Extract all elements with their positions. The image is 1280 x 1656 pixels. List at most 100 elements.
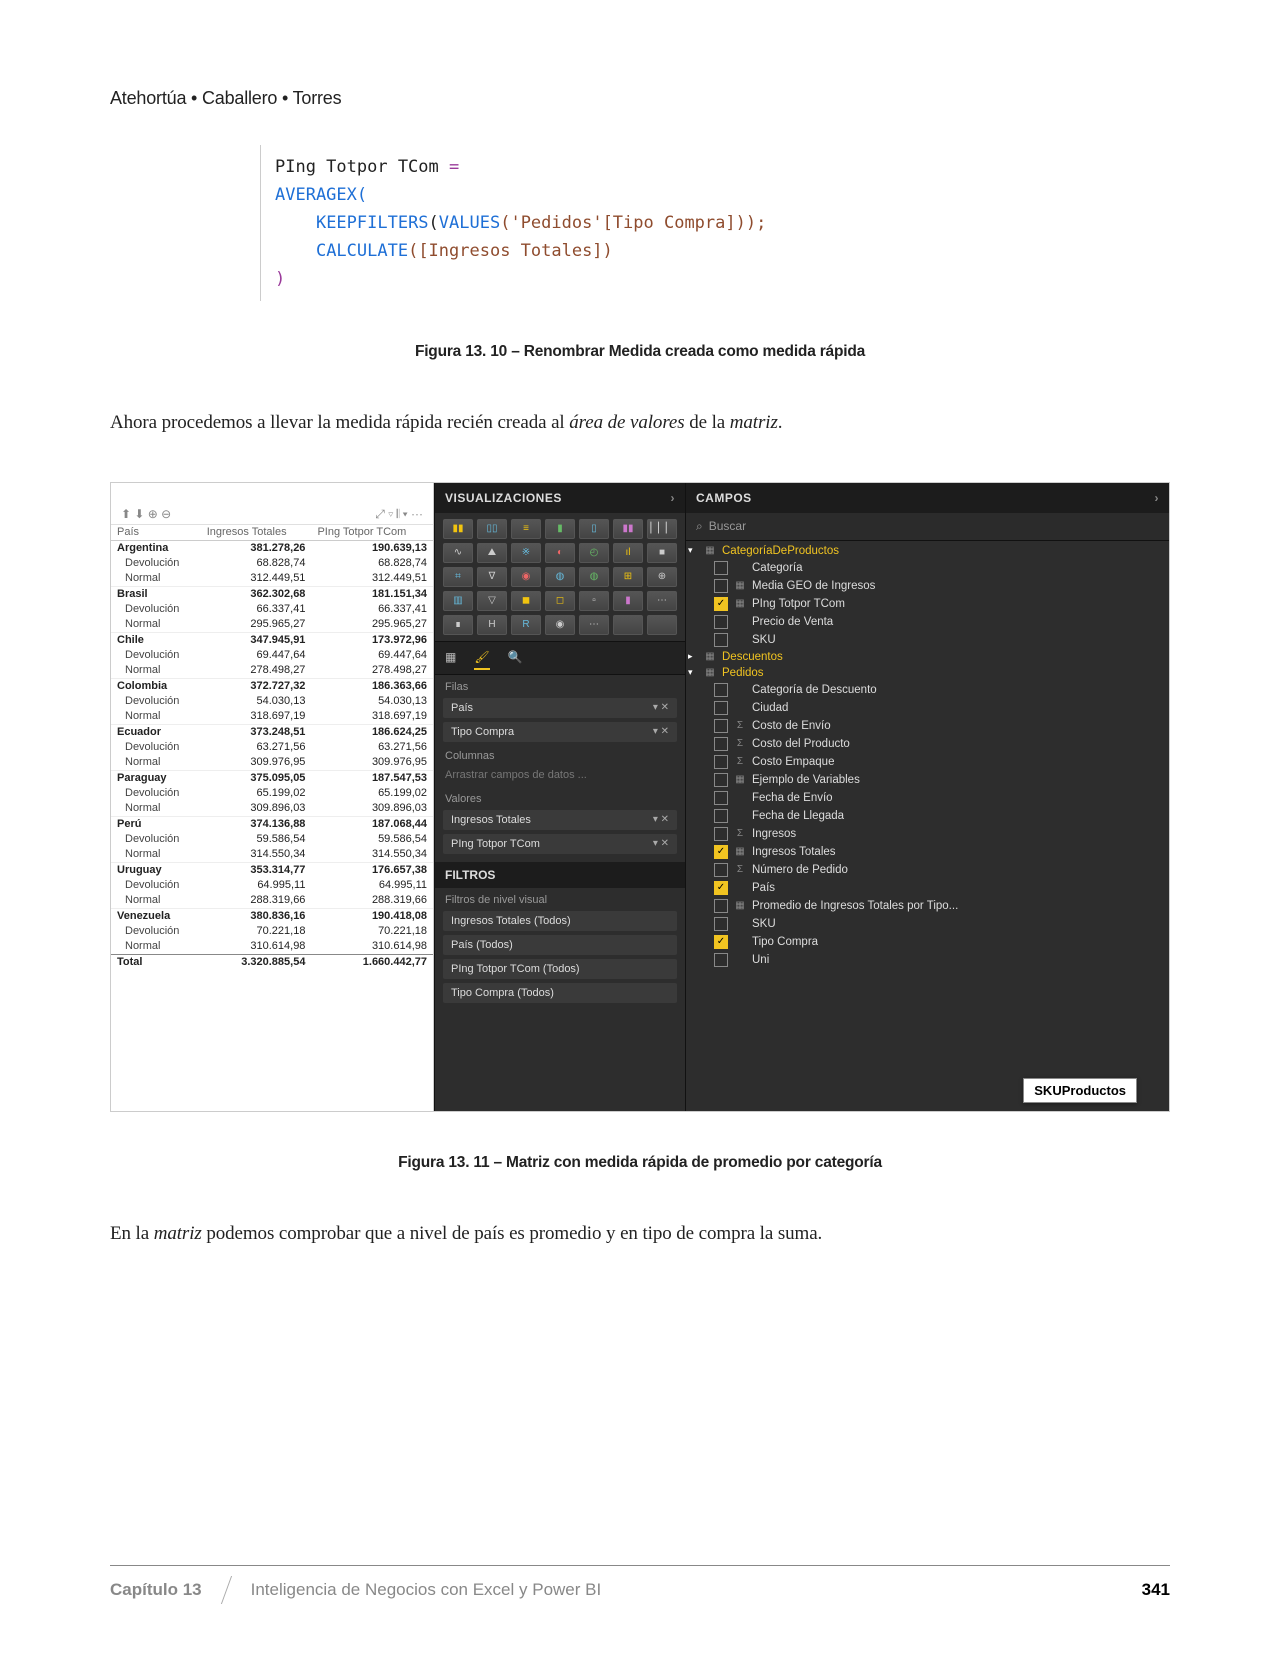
table-row[interactable]: Devolución65.199,0265.199,02 [111,786,433,801]
chevron-right-icon[interactable]: › [1155,491,1160,505]
format-tabs[interactable]: ▦ 🖌 🔍 [435,641,685,675]
checkbox-icon[interactable] [714,561,728,575]
table-row[interactable]: Devolución64.995,1164.995,11 [111,878,433,893]
checkbox-icon[interactable] [714,809,728,823]
col-ingresos[interactable]: Ingresos Totales [201,525,312,541]
checkbox-icon[interactable] [714,899,728,913]
table-row[interactable]: Normal295.965,27295.965,27 [111,617,433,633]
well-pais[interactable]: País▾ ✕ [443,698,677,718]
field-item[interactable]: SKU [698,631,1163,649]
remove-icon[interactable]: ▾ ✕ [653,838,669,849]
remove-icon[interactable]: ▾ ✕ [653,726,669,737]
table-categoriadeproductos[interactable]: ▦ CategoríaDeProductos [698,543,1163,559]
table-row[interactable]: Devolución69.447,6469.447,64 [111,648,433,663]
field-item[interactable]: ΣCosto Empaque [698,753,1163,771]
visualizations-header[interactable]: VISUALIZACIONES › [435,483,685,513]
table-row[interactable]: Normal309.896,03309.896,03 [111,801,433,817]
matrix-actions[interactable]: ⤢ ▿ 𝄃 ▾ ⋯ [375,507,423,522]
well-ping[interactable]: PIng Totpor TCom▾ ✕ [443,834,677,854]
table-row[interactable]: Normal318.697,19318.697,19 [111,709,433,725]
field-item[interactable]: Categoría [698,559,1163,577]
checkbox-icon[interactable] [714,597,728,611]
campos-search[interactable]: ⌕ Buscar [686,513,1169,541]
columnas-placeholder[interactable]: Arrastrar campos de datos ... [435,765,685,787]
table-pedidos[interactable]: ▦ Pedidos [698,665,1163,681]
field-item[interactable]: ΣIngresos [698,825,1163,843]
table-row[interactable]: Devolución54.030,1354.030,13 [111,694,433,709]
table-row[interactable]: Normal314.550,34314.550,34 [111,847,433,863]
table-row[interactable]: Devolución68.828,7468.828,74 [111,556,433,571]
field-item[interactable]: Uni [698,951,1163,969]
checkbox-icon[interactable] [714,845,728,859]
field-item[interactable]: Categoría de Descuento [698,681,1163,699]
filter-pais[interactable]: País (Todos) [443,935,677,955]
checkbox-icon[interactable] [714,579,728,593]
table-descuentos[interactable]: ▦ Descuentos [698,649,1163,665]
checkbox-icon[interactable] [714,791,728,805]
field-item[interactable]: ▦Promedio de Ingresos Totales por Tipo..… [698,897,1163,915]
checkbox-icon[interactable] [714,917,728,931]
filter-tipo[interactable]: Tipo Compra (Todos) [443,983,677,1003]
field-item[interactable]: ▦Ingresos Totales [698,843,1163,861]
table-row[interactable]: Paraguay375.095,05187.547,53 [111,770,433,786]
remove-icon[interactable]: ▾ ✕ [653,814,669,825]
table-row[interactable]: Normal288.319,66288.319,66 [111,893,433,909]
table-row[interactable]: Devolución66.337,4166.337,41 [111,602,433,617]
viz-gallery[interactable]: ▮▮▯▯≡▮▯▮▮▏▏▏ ∿⛰※◐◴ıl■ ⌗∇◉◍◍⊞⊕ ▥▽◼◻▫▮⋯ ∎H… [435,513,685,641]
checkbox-icon[interactable] [714,615,728,629]
table-row[interactable]: Uruguay353.314,77176.657,38 [111,862,433,878]
table-row[interactable]: Normal309.976,95309.976,95 [111,755,433,771]
field-item[interactable]: Tipo Compra [698,933,1163,951]
checkbox-icon[interactable] [714,701,728,715]
filter-ingresos[interactable]: Ingresos Totales (Todos) [443,911,677,931]
field-item[interactable]: Fecha de Envío [698,789,1163,807]
filter-ping[interactable]: PIng Totpor TCom (Todos) [443,959,677,979]
checkbox-icon[interactable] [714,737,728,751]
field-item[interactable]: Precio de Venta [698,613,1163,631]
format-tab-icon[interactable]: 🖌 [474,646,489,670]
analytics-tab-icon[interactable]: 🔍 [508,646,523,670]
table-row[interactable]: Devolución70.221,1870.221,18 [111,924,433,939]
table-row[interactable]: Venezuela380.836,16190.418,08 [111,908,433,924]
well-ingresos[interactable]: Ingresos Totales▾ ✕ [443,810,677,830]
checkbox-icon[interactable] [714,881,728,895]
field-item[interactable]: ΣNúmero de Pedido [698,861,1163,879]
table-row[interactable]: Chile347.945,91173.972,96 [111,632,433,648]
matrix-visual[interactable]: ⬆ ⬇ ⊕ ⊖ ⤢ ▿ 𝄃 ▾ ⋯ País Ingresos Totales … [111,483,434,1111]
checkbox-icon[interactable] [714,633,728,647]
fields-tab-icon[interactable]: ▦ [445,646,456,670]
table-row[interactable]: Normal310.614,98310.614,98 [111,939,433,955]
field-item[interactable]: ΣCosto del Producto [698,735,1163,753]
checkbox-icon[interactable] [714,953,728,967]
table-row[interactable]: Devolución59.586,5459.586,54 [111,832,433,847]
checkbox-icon[interactable] [714,935,728,949]
table-row[interactable]: Normal278.498,27278.498,27 [111,663,433,679]
col-ping[interactable]: PIng Totpor TCom [311,525,433,541]
checkbox-icon[interactable] [714,827,728,841]
well-tipo[interactable]: Tipo Compra▾ ✕ [443,722,677,742]
checkbox-icon[interactable] [714,863,728,877]
checkbox-icon[interactable] [714,719,728,733]
table-row[interactable]: Colombia372.727,32186.363,66 [111,678,433,694]
field-item[interactable]: SKU [698,915,1163,933]
field-item[interactable]: ▦PIng Totpor TCom [698,595,1163,613]
field-item[interactable]: Fecha de Llegada [698,807,1163,825]
checkbox-icon[interactable] [714,683,728,697]
table-row[interactable]: Perú374.136,88187.068,44 [111,816,433,832]
campos-header[interactable]: CAMPOS › [686,483,1169,513]
table-row[interactable]: Devolución63.271,5663.271,56 [111,740,433,755]
field-item[interactable]: ▦Media GEO de Ingresos [698,577,1163,595]
table-row[interactable]: Normal312.449,51312.449,51 [111,571,433,587]
chevron-right-icon[interactable]: › [671,491,676,505]
field-item[interactable]: País [698,879,1163,897]
drill-icons[interactable]: ⬆ ⬇ ⊕ ⊖ [121,507,171,522]
table-row[interactable]: Brasil362.302,68181.151,34 [111,586,433,602]
field-item[interactable]: ▦Ejemplo de Variables [698,771,1163,789]
field-item[interactable]: ΣCosto de Envío [698,717,1163,735]
remove-icon[interactable]: ▾ ✕ [653,702,669,713]
checkbox-icon[interactable] [714,755,728,769]
table-row[interactable]: Argentina381.278,26190.639,13 [111,540,433,556]
table-row[interactable]: Ecuador373.248,51186.624,25 [111,724,433,740]
field-item[interactable]: Ciudad [698,699,1163,717]
filters-header[interactable]: FILTROS [435,862,685,888]
